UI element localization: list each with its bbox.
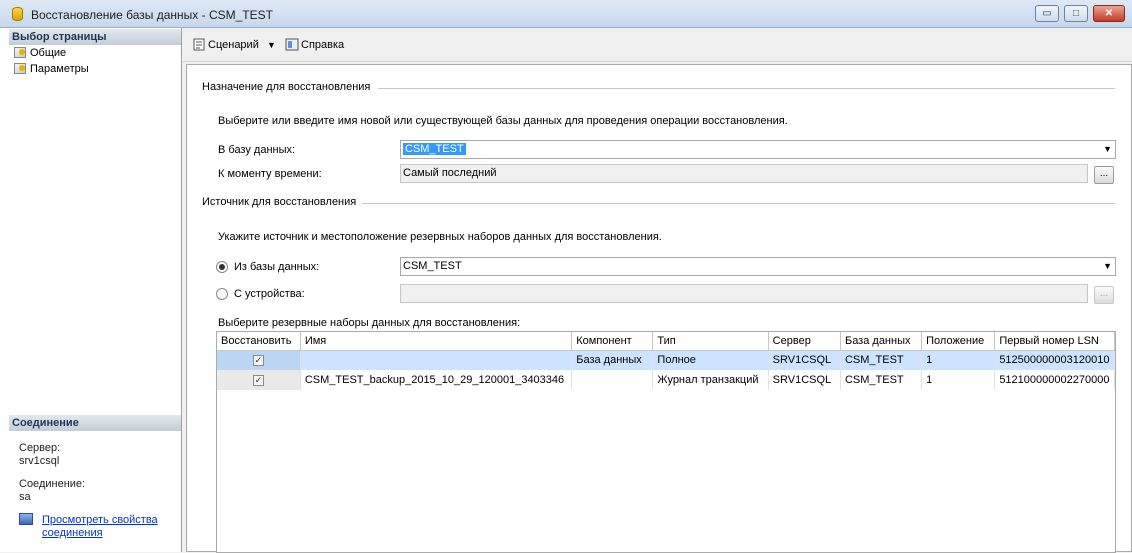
connection-properties-icon (19, 513, 33, 525)
page-icon (14, 63, 26, 74)
from-device-browse-button[interactable]: ... (1094, 286, 1114, 304)
server-label: Сервер: (19, 442, 61, 454)
point-in-time-value: Самый последний (403, 167, 497, 179)
name-cell (300, 350, 573, 370)
position-cell: 1 (921, 350, 996, 370)
minimize-button[interactable]: ▭ (1035, 5, 1059, 22)
table-row[interactable]: ✓ База данных Полное SRV1CSQL CSM_TEST 1… (217, 350, 1115, 370)
column-header-type[interactable]: Тип (652, 332, 769, 351)
backup-sets-grid[interactable]: Восстановить Имя Компонент Тип Сервер Ба… (216, 331, 1116, 553)
to-database-label: В базу данных: (218, 144, 296, 156)
page-selector-pane: Выбор страницы Общие Параметры Соединени… (0, 28, 182, 552)
database-icon (12, 7, 23, 21)
from-database-radio[interactable] (216, 261, 228, 273)
component-cell (571, 370, 654, 390)
backup-sets-label: Выберите резервные наборы данных для вос… (218, 317, 521, 329)
source-group-divider (362, 203, 1115, 204)
column-header-server[interactable]: Сервер (768, 332, 841, 351)
column-header-restore[interactable]: Восстановить (217, 332, 301, 351)
type-cell: Полное (652, 350, 769, 370)
chevron-down-icon[interactable]: ▼ (1103, 258, 1112, 275)
grid-header-row: Восстановить Имя Компонент Тип Сервер Ба… (217, 332, 1115, 351)
point-in-time-label: К моменту времени: (218, 168, 322, 180)
table-row[interactable]: ✓ CSM_TEST_backup_2015_10_29_120001_3403… (217, 370, 1115, 390)
toolbar: Сценарий ▼ Справка (183, 28, 1132, 62)
destination-group-title: Назначение для восстановления (202, 81, 371, 93)
maximize-button[interactable]: □ (1064, 5, 1088, 22)
page-selector-header: Выбор страницы (9, 29, 181, 45)
from-device-radio[interactable] (216, 288, 228, 300)
column-header-first-lsn[interactable]: Первый номер LSN (994, 332, 1115, 351)
connection-label: Соединение: (19, 478, 86, 490)
database-cell: CSM_TEST (840, 370, 923, 390)
help-button[interactable]: Справка (285, 37, 344, 53)
source-group-title: Источник для восстановления (202, 196, 357, 208)
database-cell: CSM_TEST (840, 350, 923, 370)
column-header-position[interactable]: Положение (921, 332, 996, 351)
script-button[interactable]: Сценарий (192, 37, 259, 53)
link-line-1: Просмотреть свойства (42, 514, 158, 526)
column-header-database[interactable]: База данных (840, 332, 923, 351)
source-description: Укажите источник и местоположение резерв… (218, 231, 662, 243)
connection-header: Соединение (9, 415, 181, 431)
to-database-value: CSM_TEST (403, 143, 466, 155)
server-cell: SRV1CSQL (768, 370, 841, 390)
name-cell: CSM_TEST_backup_2015_10_29_120001_340334… (300, 370, 573, 390)
position-cell: 1 (921, 370, 996, 390)
script-dropdown-arrow-icon[interactable]: ▼ (267, 37, 276, 53)
title-bar: Восстановление базы данных - CSM_TEST ▭ … (0, 0, 1132, 28)
to-database-combobox[interactable]: CSM_TEST ▼ (400, 140, 1116, 159)
server-value: srv1csql (19, 455, 60, 467)
restore-checkbox[interactable]: ✓ (252, 375, 264, 386)
point-in-time-field: Самый последний (400, 164, 1088, 183)
type-cell: Журнал транзакций (652, 370, 769, 390)
server-cell: SRV1CSQL (768, 350, 841, 370)
general-page-content: Назначение для восстановления Выберите и… (186, 64, 1132, 553)
from-device-field (400, 284, 1088, 303)
page-item-label: Параметры (30, 63, 89, 75)
component-cell: База данных (571, 350, 654, 370)
close-button[interactable]: ✕ (1093, 5, 1125, 22)
column-header-name[interactable]: Имя (300, 332, 573, 351)
help-label: Справка (301, 39, 345, 51)
column-header-component[interactable]: Компонент (571, 332, 654, 351)
first-lsn-cell: 512500000003120010 (994, 350, 1115, 370)
destination-description: Выберите или введите имя новой или сущес… (218, 115, 788, 127)
window-title: Восстановление базы данных - CSM_TEST (31, 8, 273, 22)
help-icon (285, 38, 299, 51)
page-item-options[interactable]: Параметры (14, 62, 89, 76)
destination-group-divider (378, 88, 1115, 89)
restore-cell: ✓ (217, 370, 301, 390)
chevron-down-icon[interactable]: ▼ (1103, 141, 1112, 158)
page-item-label: Общие (30, 47, 67, 59)
link-line-2: соединения (42, 527, 103, 539)
script-icon (193, 38, 205, 51)
first-lsn-cell: 512100000002270000 (994, 370, 1115, 390)
restore-checkbox[interactable]: ✓ (252, 355, 264, 367)
page-item-general[interactable]: Общие (14, 46, 66, 60)
connection-value: sa (19, 491, 31, 503)
point-in-time-browse-button[interactable]: ... (1094, 166, 1114, 184)
page-icon (14, 47, 26, 58)
from-database-combobox[interactable]: CSM_TEST ▼ (400, 257, 1116, 276)
from-database-label[interactable]: Из базы данных: (234, 261, 319, 273)
restore-cell: ✓ (217, 350, 301, 370)
script-label: Сценарий (208, 39, 259, 51)
view-connection-properties-link[interactable]: Просмотреть свойства соединения (42, 514, 158, 540)
from-database-value: CSM_TEST (403, 260, 462, 272)
from-device-label[interactable]: С устройства: (234, 288, 305, 300)
